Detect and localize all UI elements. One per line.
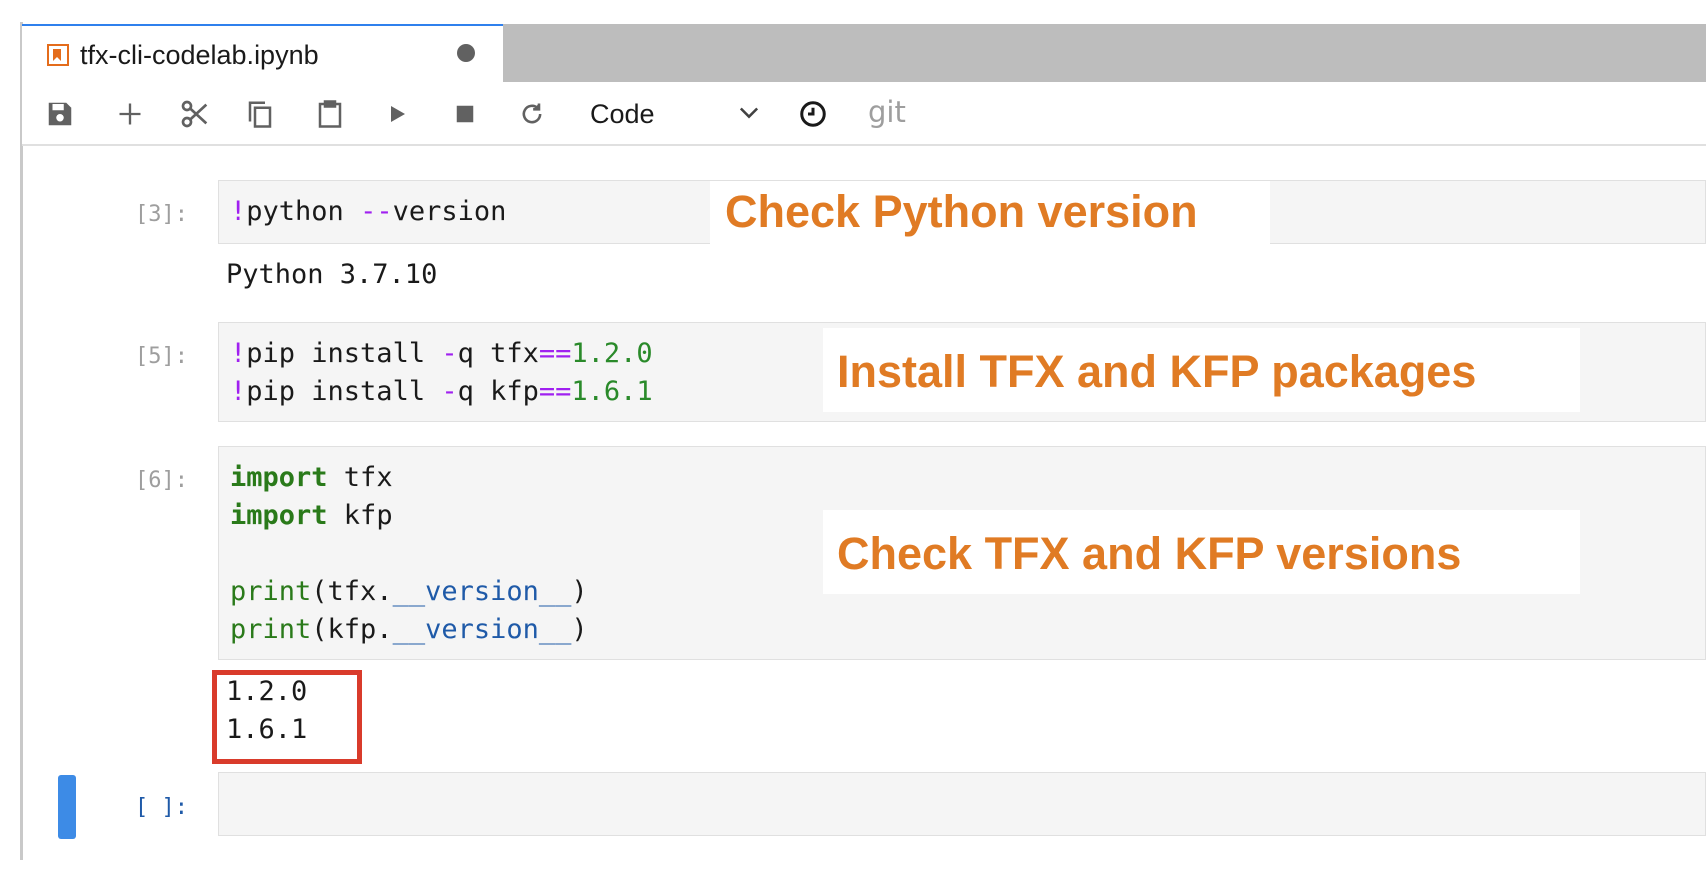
code-line: import kfp bbox=[230, 500, 393, 531]
output-highlight-box bbox=[212, 670, 362, 764]
code-line: print(tfx.__version__) bbox=[230, 576, 588, 607]
code-line: import tfx bbox=[230, 462, 393, 493]
clock-icon[interactable] bbox=[793, 94, 833, 134]
stop-icon[interactable] bbox=[445, 94, 485, 134]
notebook-icon bbox=[47, 44, 69, 66]
annotation-install: Install TFX and KFP packages bbox=[837, 346, 1477, 397]
save-icon[interactable] bbox=[40, 94, 80, 134]
add-cell-icon[interactable] bbox=[110, 94, 150, 134]
restart-icon[interactable] bbox=[512, 94, 552, 134]
cell-type-label: Code bbox=[590, 99, 655, 129]
cut-icon[interactable] bbox=[175, 94, 215, 134]
cell-prompt: [6]: bbox=[135, 468, 188, 493]
run-icon[interactable] bbox=[377, 94, 417, 134]
tab-title[interactable]: tfx-cli-codelab.ipynb bbox=[80, 38, 319, 72]
chevron-down-icon[interactable] bbox=[735, 98, 763, 131]
git-label[interactable]: git bbox=[868, 95, 906, 129]
empty-code-cell[interactable] bbox=[218, 772, 1706, 836]
code-line: !python --version bbox=[230, 196, 507, 227]
cell-prompt: [5]: bbox=[135, 344, 188, 369]
output-line: Python 3.7.10 bbox=[226, 259, 438, 290]
active-cell-indicator bbox=[58, 775, 76, 839]
copy-icon[interactable] bbox=[240, 94, 280, 134]
code-line: !pip install -q tfx==1.2.0 bbox=[230, 338, 653, 369]
unsaved-dot-icon[interactable] bbox=[457, 44, 475, 62]
cell-prompt: [3]: bbox=[135, 202, 188, 227]
cell-prompt: [ ]: bbox=[135, 795, 188, 820]
code-line: print(kfp.__version__) bbox=[230, 614, 588, 645]
paste-icon[interactable] bbox=[310, 94, 350, 134]
annotation-python-version: Check Python version bbox=[725, 186, 1198, 237]
window-border bbox=[20, 22, 23, 860]
annotation-versions: Check TFX and KFP versions bbox=[837, 528, 1462, 579]
code-line: !pip install -q kfp==1.6.1 bbox=[230, 376, 653, 407]
